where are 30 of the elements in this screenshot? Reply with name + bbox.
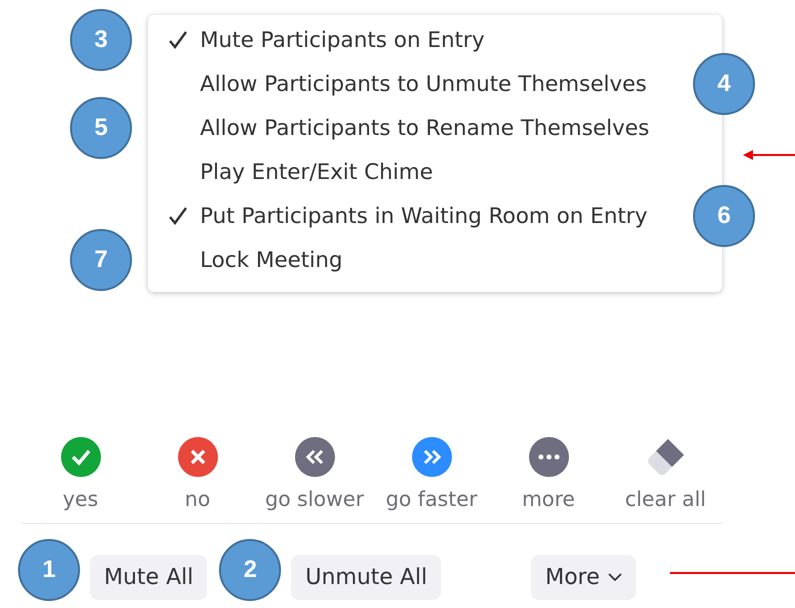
reaction-label: go faster xyxy=(386,487,478,511)
menu-item[interactable]: Mute Participants on Entry xyxy=(200,28,485,52)
callout-number: 2 xyxy=(219,539,282,601)
action-button[interactable]: Unmute All xyxy=(291,554,442,600)
chevron-down-icon xyxy=(608,573,622,581)
menu-item[interactable]: Play Enter/Exit Chime xyxy=(200,160,433,184)
fast-forward-circle-icon[interactable] xyxy=(412,437,452,477)
menu-item[interactable]: Allow Participants to Unmute Themselves xyxy=(200,72,647,96)
action-button[interactable]: Mute All xyxy=(90,554,208,600)
callout-number: 1 xyxy=(18,539,80,601)
callout-number: 4 xyxy=(693,53,755,115)
more-circle-icon[interactable] xyxy=(528,437,568,477)
checkmark-circle-icon[interactable] xyxy=(60,437,100,477)
menu-item[interactable]: Put Participants in Waiting Room on Entry xyxy=(200,204,648,228)
callout-number: 6 xyxy=(693,185,755,247)
callout-number: 5 xyxy=(70,97,132,159)
reaction-label: more xyxy=(522,487,576,511)
close-circle-icon[interactable] xyxy=(178,437,218,477)
reaction-label: clear all xyxy=(624,487,706,511)
reaction-label: no xyxy=(184,487,210,511)
eraser-icon[interactable] xyxy=(646,437,686,477)
rewind-circle-icon[interactable] xyxy=(294,437,334,477)
menu-item[interactable]: Lock Meeting xyxy=(200,248,343,272)
menu-item[interactable]: Allow Participants to Rename Themselves xyxy=(200,116,650,140)
more-dropdown-button[interactable]: More xyxy=(531,554,636,600)
callout-number: 3 xyxy=(70,9,132,71)
pointer-arrow xyxy=(743,149,795,161)
callout-number: 7 xyxy=(70,229,132,291)
reaction-label: yes xyxy=(62,487,98,511)
reaction-label: go slower xyxy=(265,487,364,511)
